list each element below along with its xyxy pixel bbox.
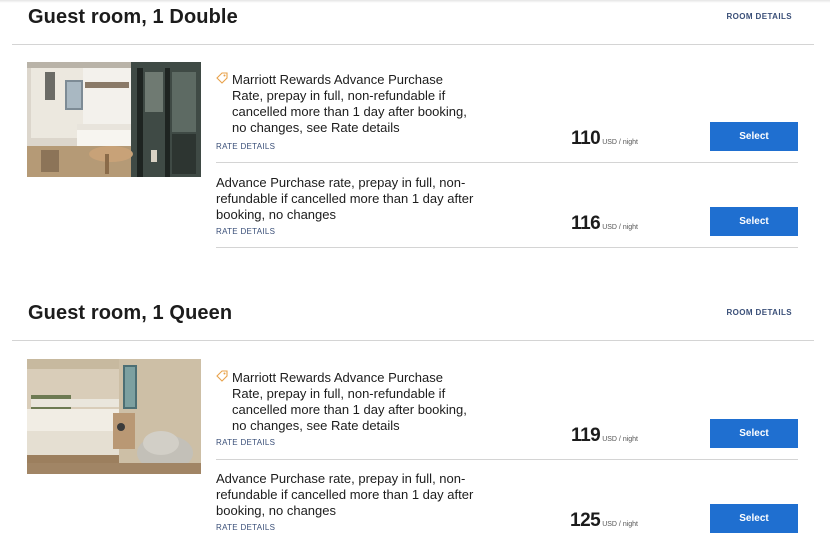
select-button[interactable]: Select xyxy=(710,207,798,236)
tag-icon xyxy=(216,370,228,382)
price-unit: USD / night xyxy=(602,436,638,443)
rate-divider xyxy=(216,247,798,248)
price-amount: 116 xyxy=(571,213,601,234)
rate-details-link[interactable]: RATE DETAILS xyxy=(216,523,275,532)
price-amount: 119 xyxy=(571,425,601,446)
tag-icon xyxy=(216,72,228,84)
select-button[interactable]: Select xyxy=(710,122,798,151)
rate-details-link[interactable]: RATE DETAILS xyxy=(216,142,275,151)
room-photo[interactable] xyxy=(27,62,201,177)
header-divider xyxy=(12,340,814,341)
rate-price: 125 USD / night xyxy=(498,510,638,532)
top-edge-shadow xyxy=(0,0,830,3)
price-unit: USD / night xyxy=(602,521,638,528)
header-divider xyxy=(12,44,814,45)
rate-description: Marriott Rewards Advance Purchase Rate, … xyxy=(232,72,467,135)
room-details-link[interactable]: ROOM DETAILS xyxy=(726,308,792,317)
select-button[interactable]: Select xyxy=(710,504,798,533)
rate-price: 110 USD / night xyxy=(498,128,638,150)
rate-details-link[interactable]: RATE DETAILS xyxy=(216,438,275,447)
rate-description: Advance Purchase rate, prepay in full, n… xyxy=(216,471,474,518)
select-button[interactable]: Select xyxy=(710,419,798,448)
rate-description: Advance Purchase rate, prepay in full, n… xyxy=(216,175,474,222)
room-details-link[interactable]: ROOM DETAILS xyxy=(726,12,792,21)
rate-details-link[interactable]: RATE DETAILS xyxy=(216,227,275,236)
rate-price: 116 USD / night xyxy=(498,213,638,235)
price-unit: USD / night xyxy=(602,224,638,231)
room-title: Guest room, 1 Queen xyxy=(28,302,233,324)
room-title: Guest room, 1 Double xyxy=(28,6,238,28)
rate-price: 119 USD / night xyxy=(498,425,638,447)
rate-divider xyxy=(216,162,798,163)
price-unit: USD / night xyxy=(602,139,638,146)
rate-divider xyxy=(216,459,798,460)
rate-description: Marriott Rewards Advance Purchase Rate, … xyxy=(232,370,467,433)
room-photo[interactable] xyxy=(27,359,201,474)
price-amount: 110 xyxy=(571,128,601,149)
price-amount: 125 xyxy=(570,510,601,531)
